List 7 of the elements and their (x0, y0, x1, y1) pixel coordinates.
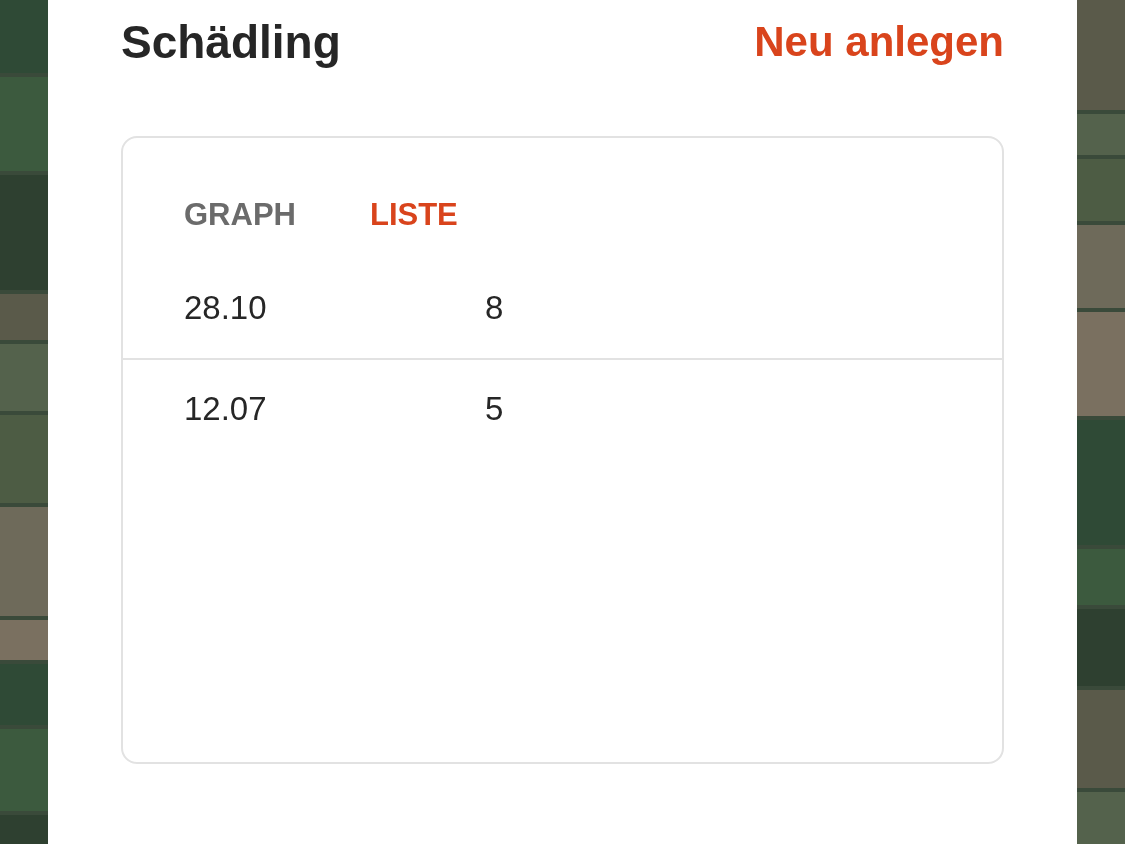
date-cell-text: 12.07 (184, 389, 268, 430)
tab[interactable]: GRAPH (184, 194, 296, 234)
tab[interactable]: LISTE (369, 194, 458, 234)
date-cell-text: 28.10 (184, 288, 268, 329)
count-cell-text: 8 (485, 288, 504, 329)
count-cell-text: 5 (485, 389, 504, 430)
new-entry-link[interactable]: Neu anlegen (754, 21, 1004, 63)
